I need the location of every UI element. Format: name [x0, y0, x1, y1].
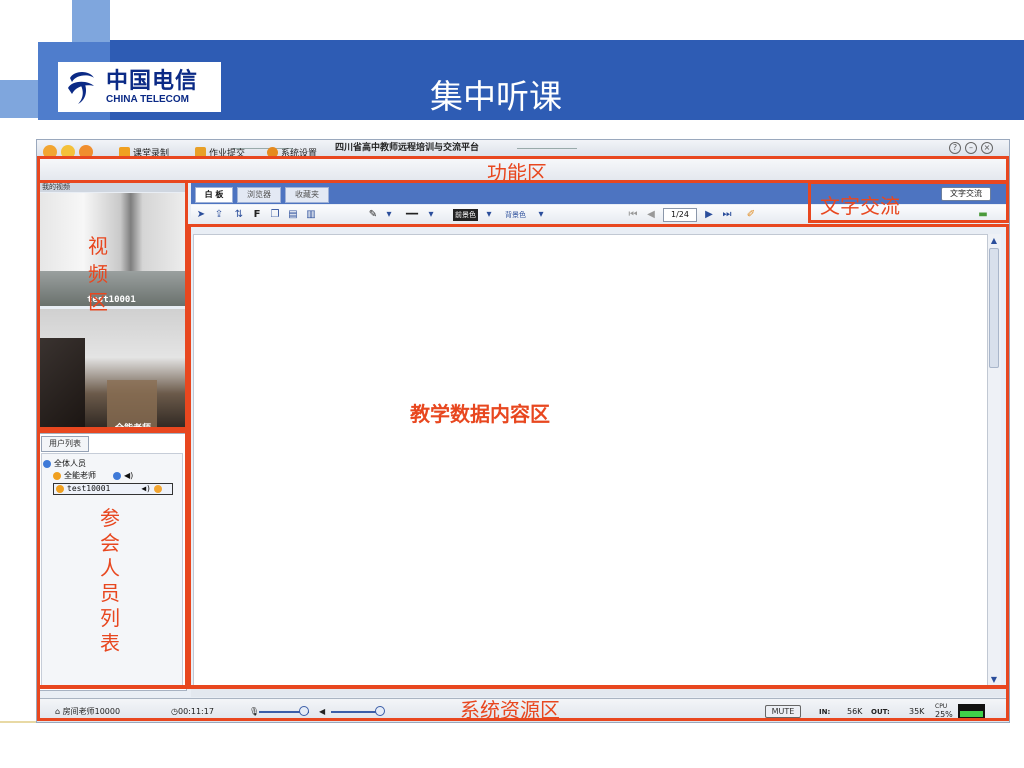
content-area-box [188, 224, 1009, 688]
telecom-logo-icon [68, 72, 94, 104]
function-area-label: 功能区 [487, 161, 547, 185]
chevron-down-icon[interactable]: ▾ [535, 209, 547, 221]
line-width-icon[interactable]: ━━ [401, 209, 423, 221]
copy-icon[interactable]: ❐ [269, 209, 281, 221]
users-area-label: 参会人员列表 [100, 506, 120, 655]
font-icon[interactable]: F [251, 209, 263, 221]
tab-whiteboard[interactable]: 白 板 [195, 187, 233, 203]
minimize-icon[interactable]: – [965, 142, 977, 154]
slide-title: 集中听课 [430, 77, 562, 116]
tab-browser[interactable]: 浏览器 [237, 187, 281, 203]
slide-header-bar [110, 40, 1024, 120]
clear-icon[interactable]: ▥ [305, 209, 317, 221]
logo-english: CHINA TELECOM [106, 93, 189, 105]
chevron-down-icon[interactable]: ▾ [483, 209, 495, 221]
close-icon[interactable]: × [981, 142, 993, 154]
annotate-icon[interactable]: ✐ [745, 209, 757, 221]
decor-square [0, 80, 38, 118]
content-area-label: 教学数据内容区 [410, 402, 550, 426]
china-telecom-logo: 中国电信 CHINA TELECOM [58, 62, 221, 112]
decor-square [72, 0, 110, 42]
system-area-label: 系统资源区 [460, 698, 560, 722]
sync-icon[interactable]: ⇅ [233, 209, 245, 221]
tab-favorites[interactable]: 收藏夹 [285, 187, 329, 203]
video-area-label: 视频区 [88, 234, 108, 314]
chevron-down-icon[interactable]: ▾ [383, 209, 395, 221]
prev-page-icon[interactable]: ◀ [645, 209, 657, 221]
logo-chinese: 中国电信 [106, 67, 199, 94]
fg-color-picker[interactable]: 前景色 [453, 209, 478, 221]
help-icon[interactable]: ? [949, 142, 961, 154]
chevron-down-icon[interactable]: ▾ [425, 209, 437, 221]
upload-icon[interactable]: ⇪ [213, 209, 225, 221]
last-page-icon[interactable]: ⏭ [721, 209, 733, 221]
bg-color-picker[interactable]: 背景色 [505, 209, 526, 221]
pointer-icon[interactable]: ➤ [195, 209, 207, 221]
first-page-icon[interactable]: ⏮ [627, 209, 639, 221]
video-area-box [37, 180, 188, 430]
window-title: 四川省高中教师远程培训与交流平台 [334, 143, 479, 153]
next-page-icon[interactable]: ▶ [703, 209, 715, 221]
chat-area-label: 文字交流 [820, 194, 900, 218]
page-indicator[interactable]: 1/24 [663, 208, 697, 222]
eraser-icon[interactable]: ✎ [367, 209, 379, 221]
doc-icon[interactable]: ▤ [287, 209, 299, 221]
